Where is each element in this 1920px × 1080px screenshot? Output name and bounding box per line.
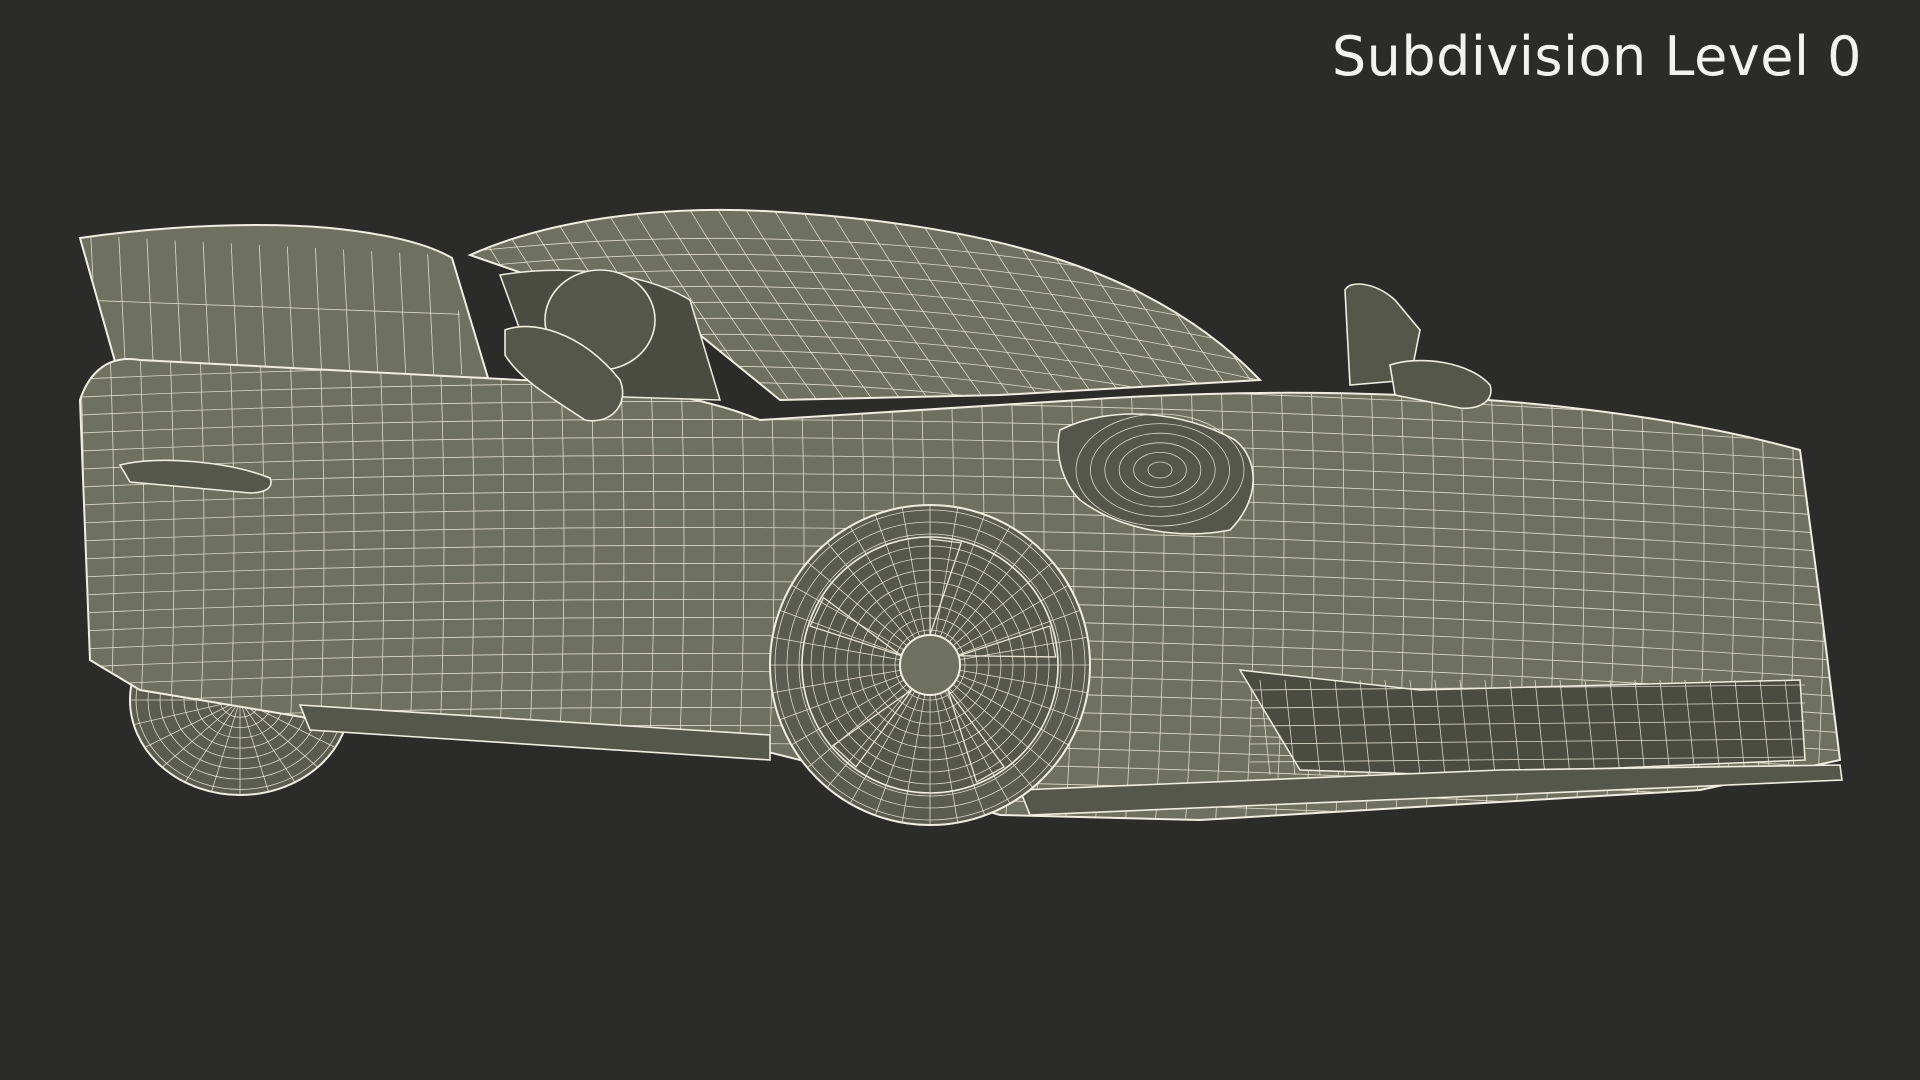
subdivision-level-label: Subdivision Level 0: [1331, 25, 1862, 88]
open-door-panel: [78, 224, 490, 380]
render-viewport: Subdivision Level 0: [0, 0, 1920, 1080]
car-wireframe-render: [78, 208, 1843, 826]
side-mirror-right: [1344, 283, 1492, 410]
front-wheel: [769, 504, 1091, 826]
